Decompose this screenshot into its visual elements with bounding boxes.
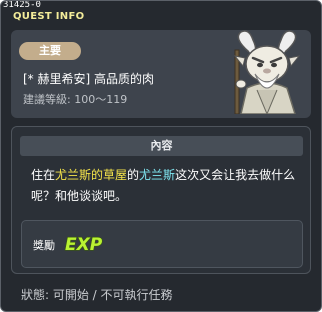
npc-portrait-icon bbox=[227, 28, 307, 116]
quest-id-label: 31425-0 bbox=[3, 0, 41, 10]
quest-info-window: 31425-0 QUEST INFO 主要 [* 赫里希安] 高品质的肉 建議等… bbox=[0, 0, 322, 312]
quest-status: 狀態: 可開始 / 不可執行任務 bbox=[21, 288, 173, 302]
quest-description: 住在尤兰斯的草屋的尤兰斯这次又会让我去做什么呢？和他谈谈吧。 bbox=[31, 165, 303, 207]
npc-name-link: 尤兰斯 bbox=[139, 168, 176, 182]
description-text: 住在 bbox=[31, 168, 56, 182]
exp-icon: EXP bbox=[63, 231, 103, 259]
content-header: 內容 bbox=[20, 136, 303, 156]
description-text: 的 bbox=[127, 168, 140, 182]
window-title: QUEST INFO bbox=[13, 11, 85, 22]
reward-label: 獎勵 bbox=[33, 239, 55, 252]
exp-icon-text: EXP bbox=[65, 235, 103, 255]
recommended-level: 建議等級: 100～119 bbox=[23, 93, 128, 106]
quest-type-badge: 主要 bbox=[19, 42, 81, 60]
quest-title: [* 赫里希安] 高品质的肉 bbox=[23, 72, 154, 86]
location-link: 尤兰斯的草屋 bbox=[55, 168, 128, 182]
